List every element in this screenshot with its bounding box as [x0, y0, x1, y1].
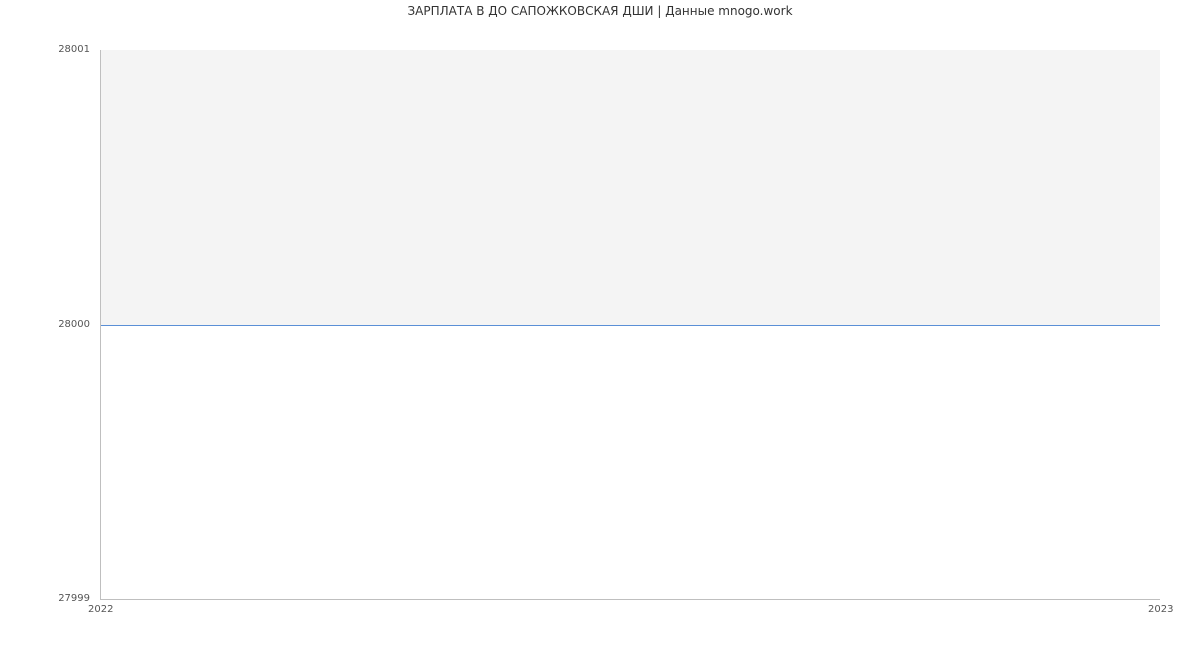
y-tick-bot: 27999 [0, 593, 90, 604]
y-tick-mid: 28000 [0, 319, 90, 330]
chart-container: ЗАРПЛАТА В ДО САПОЖКОВСКАЯ ДШИ | Данные … [0, 0, 1200, 650]
plot-area [100, 50, 1160, 600]
x-tick-right: 2023 [1148, 604, 1173, 615]
chart-title: ЗАРПЛАТА В ДО САПОЖКОВСКАЯ ДШИ | Данные … [0, 4, 1200, 18]
y-tick-top: 28001 [0, 44, 90, 55]
x-tick-left: 2022 [88, 604, 113, 615]
plot-shade [101, 50, 1160, 325]
data-line [101, 325, 1160, 326]
